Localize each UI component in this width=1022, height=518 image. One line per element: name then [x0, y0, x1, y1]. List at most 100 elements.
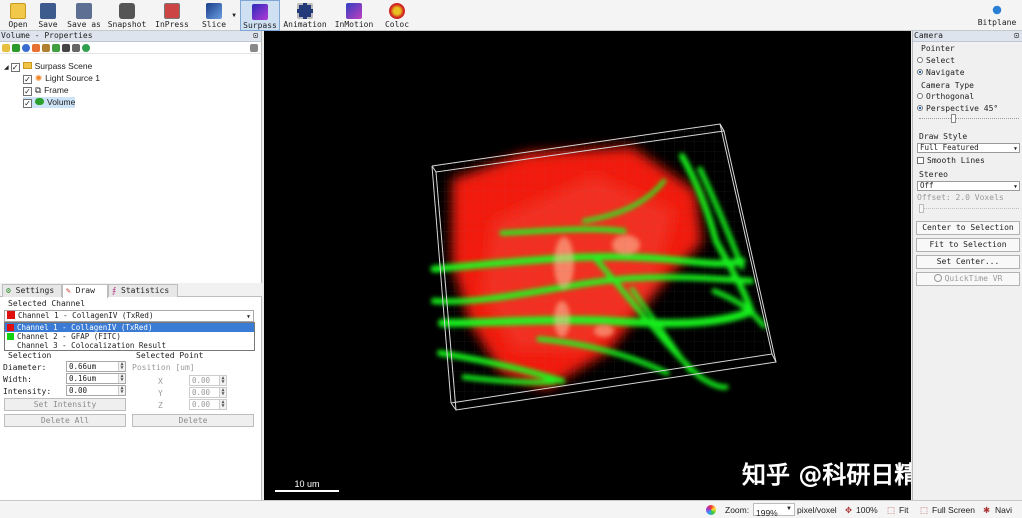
- checkbox[interactable]: ✓: [23, 99, 32, 108]
- add-light-icon[interactable]: [32, 44, 40, 52]
- spin-arrows-icon[interactable]: ▲ ▼: [219, 400, 226, 409]
- add-measurement-icon[interactable]: [52, 44, 60, 52]
- tab-statistics[interactable]: ⨎ Statistics: [108, 284, 178, 297]
- tree-item-volume[interactable]: ✓ Volume: [23, 97, 76, 108]
- pin-icon[interactable]: ⊡: [253, 31, 258, 41]
- coloc-icon: [389, 3, 405, 19]
- offset-slider-thumb[interactable]: [919, 204, 924, 213]
- perspective-radio[interactable]: Perspective 45°: [917, 104, 998, 113]
- inpress-label: InPress: [155, 20, 189, 29]
- width-input[interactable]: 0.16um ▲ ▼: [66, 373, 126, 384]
- volume-icon: [35, 98, 44, 105]
- radio-label: Orthogonal: [926, 92, 975, 101]
- camera-title-text: Camera: [914, 31, 943, 40]
- intensity-label: Intensity:: [3, 387, 52, 396]
- radio-selected-icon: [917, 105, 923, 111]
- spin-arrows-icon[interactable]: ▲ ▼: [118, 362, 125, 371]
- radio-selected-icon: [917, 69, 923, 75]
- slice-dropdown-arrow[interactable]: ▼: [230, 0, 238, 31]
- z-input[interactable]: 0.00 ▲ ▼: [189, 399, 227, 410]
- surpass-button[interactable]: Surpass: [240, 0, 280, 31]
- width-value: 0.16um: [69, 374, 97, 383]
- delete-all-button[interactable]: Delete All: [4, 414, 126, 427]
- add-cells-icon[interactable]: [72, 44, 80, 52]
- stereo-select[interactable]: Off: [917, 181, 1020, 191]
- add-surface-icon[interactable]: [12, 44, 20, 52]
- orthogonal-radio[interactable]: Orthogonal: [917, 92, 974, 101]
- trash-icon[interactable]: [250, 44, 258, 52]
- x-input[interactable]: 0.00 ▲ ▼: [189, 375, 227, 386]
- fit-button[interactable]: Fit: [899, 505, 908, 515]
- open-button[interactable]: Open: [2, 0, 34, 31]
- diameter-input[interactable]: 0.66um ▲ ▼: [66, 361, 126, 372]
- spin-arrows-icon[interactable]: ▲ ▼: [118, 386, 125, 395]
- 3d-viewport[interactable]: 10 um 知乎 @科研日精进: [264, 31, 911, 500]
- draw-style-select[interactable]: Full Featured: [917, 143, 1020, 153]
- pin-icon[interactable]: ⊡: [1014, 31, 1019, 41]
- selected-channel-label: Selected Channel: [8, 299, 86, 308]
- zoom-select[interactable]: 199% ▼: [753, 503, 795, 518]
- fit-icon: ⬚: [887, 505, 896, 515]
- volume-rendering[interactable]: 10 um 知乎 @科研日精进: [264, 31, 911, 500]
- quicktime-vr-button[interactable]: QuickTime VR: [916, 272, 1020, 286]
- tree-item-surpass-scene[interactable]: ◢ ✓ Surpass Scene: [4, 61, 92, 72]
- tree-item-light-source[interactable]: ✓ ✺ Light Source 1: [23, 73, 100, 84]
- offset-slider-track[interactable]: [919, 208, 1019, 209]
- perspective-slider-track[interactable]: [919, 118, 1019, 119]
- selected-point-title: Selected Point: [136, 351, 204, 360]
- add-clipping-icon[interactable]: [62, 44, 70, 52]
- channel-color-swatch: [7, 311, 15, 319]
- coloc-button[interactable]: Coloc: [382, 0, 412, 31]
- spin-arrows-icon[interactable]: ▲ ▼: [219, 376, 226, 385]
- coloc-label: Coloc: [384, 20, 410, 29]
- spin-arrows-icon[interactable]: ▲ ▼: [118, 374, 125, 383]
- intensity-input[interactable]: 0.00 ▲ ▼: [66, 385, 126, 396]
- perspective-slider-thumb[interactable]: [951, 114, 956, 123]
- add-volume-icon[interactable]: [82, 44, 90, 52]
- channel-select[interactable]: Channel 1 - CollagenIV (TxRed) ▼: [4, 310, 254, 322]
- checkbox[interactable]: ✓: [23, 87, 32, 96]
- inmotion-button[interactable]: InMotion: [334, 0, 374, 31]
- add-filament-icon[interactable]: [42, 44, 50, 52]
- x-value: 0.00: [192, 376, 211, 385]
- fit-to-selection-button[interactable]: Fit to Selection: [916, 238, 1020, 252]
- tab-label: Statistics: [121, 286, 170, 295]
- checkbox[interactable]: ✓: [23, 75, 32, 84]
- checkbox[interactable]: ✓: [10, 63, 20, 72]
- save-label: Save: [38, 20, 58, 29]
- settings-icon: ⚙: [6, 286, 11, 295]
- channel-option-1[interactable]: Channel 1 - CollagenIV (TxRed): [5, 323, 254, 332]
- radio-label: Navigate: [926, 68, 965, 77]
- y-input[interactable]: 0.00 ▲ ▼: [189, 387, 227, 398]
- tree-item-frame[interactable]: ✓ ⧉ Frame: [23, 85, 69, 96]
- inpress-button[interactable]: InPress: [152, 0, 192, 31]
- add-spots-icon[interactable]: [22, 44, 30, 52]
- delete-point-button[interactable]: Delete: [132, 414, 254, 427]
- save-button[interactable]: Save: [34, 0, 62, 31]
- set-intensity-button[interactable]: Set Intensity: [4, 398, 126, 411]
- navi-button[interactable]: Navi: [995, 505, 1012, 515]
- save-as-button[interactable]: Save as: [64, 0, 104, 31]
- tab-settings[interactable]: ⚙ Settings: [2, 284, 62, 297]
- color-wheel-icon[interactable]: [706, 505, 716, 515]
- pencil-icon: ✎: [66, 286, 71, 295]
- smooth-lines-checkbox[interactable]: Smooth Lines: [917, 156, 985, 165]
- scene-tree: ◢ ✓ Surpass Scene ✓ ✺ Light Source 1 ✓ ⧉ Frame…: [0, 59, 262, 309]
- animation-button[interactable]: Animation: [283, 0, 327, 31]
- chevron-down-icon: ▼: [246, 314, 250, 320]
- fullscreen-button[interactable]: Full Screen: [932, 505, 975, 515]
- expand-triangle-icon[interactable]: ◢: [4, 65, 9, 71]
- channel-option-2[interactable]: Channel 2 - GFAP (FITC): [5, 332, 254, 341]
- spin-arrows-icon[interactable]: ▲ ▼: [219, 388, 226, 397]
- pointer-select-radio[interactable]: Select: [917, 56, 955, 65]
- properties-panel-title: Volume - Properties ⊡: [0, 31, 261, 42]
- add-folder-icon[interactable]: [2, 44, 10, 52]
- channel-option-3[interactable]: Channel 3 - Colocalization Result: [5, 341, 254, 350]
- slice-button[interactable]: Slice: [198, 0, 230, 31]
- set-center-button[interactable]: Set Center...: [916, 255, 1020, 269]
- tab-draw[interactable]: ✎ Draw: [62, 284, 108, 298]
- center-to-selection-button[interactable]: Center to Selection: [916, 221, 1020, 235]
- snapshot-button[interactable]: Snapshot: [106, 0, 148, 31]
- pointer-navigate-radio[interactable]: Navigate: [917, 68, 965, 77]
- zoom-100-button[interactable]: 100%: [856, 505, 878, 515]
